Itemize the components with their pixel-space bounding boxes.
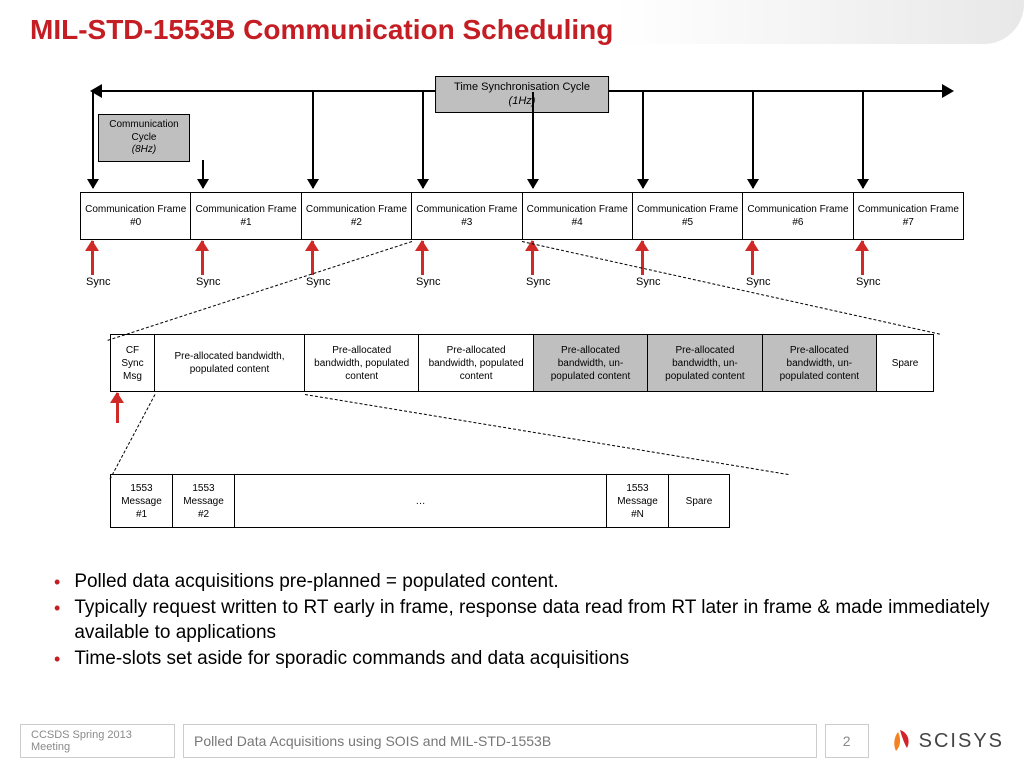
bullet-list: •Polled data acquisitions pre-planned = … xyxy=(54,570,994,673)
sync-label: Sync xyxy=(636,276,660,288)
comm-frame: Communication Frame #4 xyxy=(523,193,633,239)
logo-text: SCISYS xyxy=(919,730,1004,753)
comm-frame: Communication Frame #2 xyxy=(302,193,412,239)
company-logo: SCISYS xyxy=(887,728,1004,754)
comm-frame: Communication Frame #7 xyxy=(854,193,963,239)
sync-arrow xyxy=(531,241,534,275)
frame-tick-arrow xyxy=(422,92,424,188)
scheduling-diagram: Time Synchronisation Cycle (1Hz) Communi… xyxy=(80,76,964,546)
tsc-text: Time Synchronisation Cycle xyxy=(454,80,590,94)
bullet-item: •Time-slots set aside for sporadic comma… xyxy=(54,647,994,671)
frame-tick-arrow xyxy=(202,160,204,188)
sync-arrow xyxy=(311,241,314,275)
bullet-icon: • xyxy=(54,596,60,645)
page-title: MIL-STD-1553B Communication Scheduling xyxy=(30,14,1024,46)
bandwidth-populated-cell: Pre-allocated bandwidth, populated conte… xyxy=(419,335,533,391)
message-ellipsis: … xyxy=(235,475,607,527)
bandwidth-unpopulated-cell: Pre-allocated bandwidth, un-populated co… xyxy=(648,335,762,391)
bullet-item: •Polled data acquisitions pre-planned = … xyxy=(54,570,994,594)
footer-doc-title: Polled Data Acquisitions using SOIS and … xyxy=(183,724,817,758)
sync-label: Sync xyxy=(746,276,770,288)
frame-tick-arrow xyxy=(92,92,94,188)
footer-meeting: CCSDS Spring 2013 Meeting xyxy=(20,724,175,758)
comm-frame: Communication Frame #5 xyxy=(633,193,743,239)
communication-cycle-label: Communication Cycle (8Hz) xyxy=(98,114,190,162)
comm-frame: Communication Frame #1 xyxy=(191,193,301,239)
bandwidth-unpopulated-cell: Pre-allocated bandwidth, un-populated co… xyxy=(534,335,648,391)
bullet-item: •Typically request written to RT early i… xyxy=(54,596,994,645)
sync-arrow xyxy=(641,241,644,275)
sync-label: Sync xyxy=(196,276,220,288)
frame-tick-arrow xyxy=(532,92,534,188)
comm-frame: Communication Frame #3 xyxy=(412,193,522,239)
sync-label: Sync xyxy=(86,276,110,288)
bandwidth-unpopulated-cell: Pre-allocated bandwidth, un-populated co… xyxy=(763,335,877,391)
frame-tick-arrow xyxy=(862,92,864,188)
sync-arrow xyxy=(751,241,754,275)
message-cell: 1553 Message #N xyxy=(607,475,669,527)
footer-page-number: 2 xyxy=(825,724,869,758)
message-cell: 1553 Message #2 xyxy=(173,475,235,527)
messages-row: 1553 Message #1 1553 Message #2 … 1553 M… xyxy=(110,474,730,528)
communication-frames-row: Communication Frame #0 Communication Fra… xyxy=(80,192,964,240)
frame-tick-arrow xyxy=(752,92,754,188)
sync-arrow xyxy=(91,241,94,275)
time-sync-cycle-label: Time Synchronisation Cycle (1Hz) xyxy=(435,76,609,113)
footer: CCSDS Spring 2013 Meeting Polled Data Ac… xyxy=(20,722,1004,760)
sync-label: Sync xyxy=(416,276,440,288)
sync-arrow xyxy=(421,241,424,275)
spare-cell: Spare xyxy=(877,335,933,391)
sync-label: Sync xyxy=(856,276,880,288)
message-cell: 1553 Message #1 xyxy=(111,475,173,527)
bandwidth-row: CF Sync Msg Pre-allocated bandwidth, pop… xyxy=(110,334,934,392)
logo-icon xyxy=(887,728,913,754)
spare-cell: Spare xyxy=(669,475,729,527)
expansion-line xyxy=(305,394,789,475)
sync-label: Sync xyxy=(306,276,330,288)
comm-frame: Communication Frame #6 xyxy=(743,193,853,239)
sync-arrow xyxy=(201,241,204,275)
bandwidth-populated-cell: Pre-allocated bandwidth, populated conte… xyxy=(155,335,305,391)
sync-arrow xyxy=(861,241,864,275)
bandwidth-populated-cell: Pre-allocated bandwidth, populated conte… xyxy=(305,335,419,391)
bullet-icon: • xyxy=(54,570,60,594)
comm-frame: Communication Frame #0 xyxy=(81,193,191,239)
frame-tick-arrow xyxy=(642,92,644,188)
bullet-icon: • xyxy=(54,647,60,671)
sync-label: Sync xyxy=(526,276,550,288)
frame-tick-arrow xyxy=(312,92,314,188)
tsc-freq: (1Hz) xyxy=(454,94,590,108)
sync-arrow xyxy=(116,393,119,423)
cf-sync-msg-cell: CF Sync Msg xyxy=(111,335,155,391)
